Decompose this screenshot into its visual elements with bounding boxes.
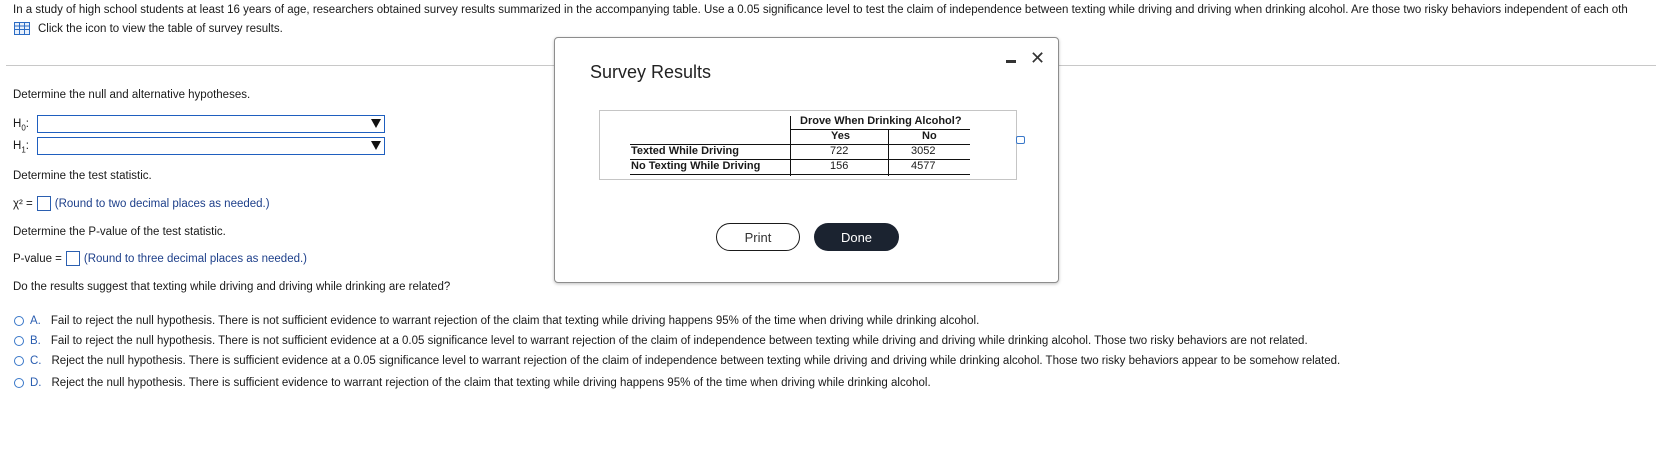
chi-square-symbol: χ² =: [13, 197, 33, 210]
option-c[interactable]: C. Reject the null hypothesis. There is …: [14, 355, 1340, 367]
print-button[interactable]: Print: [716, 223, 800, 251]
table-icon[interactable]: [14, 22, 30, 35]
table-header-no: No: [922, 130, 937, 142]
table-cell: 722: [830, 145, 849, 157]
p-value-input[interactable]: [65, 251, 80, 266]
option-letter: C.: [30, 355, 42, 367]
chi-square-input[interactable]: [36, 196, 51, 211]
option-text: Reject the null hypothesis. There is suf…: [51, 377, 931, 389]
option-text: Fail to reject the null hypothesis. Ther…: [50, 315, 980, 327]
option-text: Reject the null hypothesis. There is suf…: [51, 355, 1341, 367]
radio-button[interactable]: [14, 336, 24, 346]
option-letter: B.: [30, 335, 41, 347]
option-letter: D.: [30, 377, 42, 389]
chi-square-row: χ² = (Round to two decimal places as nee…: [13, 196, 270, 211]
problem-statement: In a study of high school students at le…: [13, 4, 1628, 16]
p-value-label: P-value =: [13, 252, 62, 265]
minimize-icon[interactable]: [1006, 60, 1016, 63]
done-button[interactable]: Done: [814, 223, 899, 251]
table-rule: [630, 174, 970, 175]
option-d[interactable]: D. Reject the null hypothesis. There is …: [14, 377, 931, 389]
h0-dropdown[interactable]: [37, 115, 385, 133]
table-rule: [790, 129, 970, 130]
option-a[interactable]: A. Fail to reject the null hypothesis. T…: [14, 315, 979, 327]
p-value-row: P-value = (Round to three decimal places…: [13, 251, 307, 266]
table-column-group-header: Drove When Drinking Alcohol?: [800, 115, 962, 127]
test-statistic-prompt: Determine the test statistic.: [13, 170, 152, 182]
h0-label: H0:: [13, 118, 29, 133]
p-value-prompt: Determine the P-value of the test statis…: [13, 226, 226, 238]
table-row-label: No Texting While Driving: [631, 160, 761, 172]
radio-button[interactable]: [14, 316, 24, 326]
option-letter: A.: [30, 315, 41, 327]
close-icon[interactable]: ✕: [1030, 48, 1045, 69]
dropdown-arrow-icon: [371, 119, 381, 128]
table-header-yes: Yes: [831, 130, 850, 142]
chi-square-hint: (Round to two decimal places as needed.): [54, 197, 270, 210]
table-row-label: Texted While Driving: [631, 145, 739, 157]
table-rule: [790, 116, 791, 176]
radio-button[interactable]: [14, 356, 24, 366]
survey-results-dialog: Survey Results ✕ Drove When Drinking Alc…: [554, 37, 1059, 283]
h1-label: H1:: [13, 140, 29, 155]
survey-table: Drove When Drinking Alcohol? Yes No Text…: [599, 110, 1025, 180]
table-cell: 156: [830, 160, 849, 172]
h1-dropdown[interactable]: [37, 137, 385, 155]
table-rule: [888, 129, 889, 176]
view-table-label[interactable]: Click the icon to view the table of surv…: [38, 23, 283, 35]
conclusion-prompt: Do the results suggest that texting whil…: [13, 281, 451, 293]
view-table-link[interactable]: Click the icon to view the table of surv…: [14, 22, 283, 35]
option-text: Fail to reject the null hypothesis. Ther…: [50, 335, 1308, 347]
dialog-title: Survey Results: [590, 62, 712, 82]
table-cell: 3052: [911, 145, 936, 157]
p-value-hint: (Round to three decimal places as needed…: [83, 252, 308, 265]
radio-button[interactable]: [14, 378, 24, 388]
hypotheses-prompt: Determine the null and alternative hypot…: [13, 89, 251, 101]
dropdown-arrow-icon: [371, 141, 381, 150]
table-cell: 4577: [911, 160, 936, 172]
option-b[interactable]: B. Fail to reject the null hypothesis. T…: [14, 335, 1308, 347]
copy-icon[interactable]: [1016, 136, 1025, 144]
